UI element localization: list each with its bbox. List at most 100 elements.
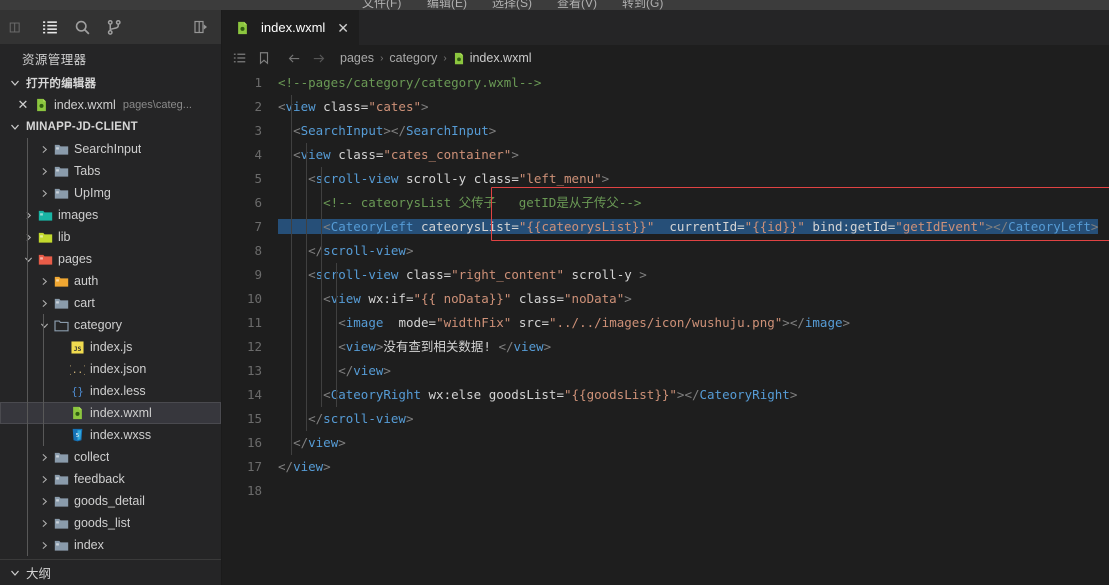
close-icon[interactable]: ✕ [14, 97, 32, 113]
tree-item-index-json[interactable]: {..} index.json [0, 358, 221, 380]
tree-item-auth[interactable]: auth [0, 270, 221, 292]
tree-item-cart[interactable]: cart [0, 292, 221, 314]
tree-item-index-less[interactable]: {} index.less [0, 380, 221, 402]
folder-icon [52, 165, 70, 178]
breadcrumb-separator: › [380, 52, 384, 64]
chevron-right-icon[interactable] [36, 189, 52, 198]
chevron-right-icon[interactable] [36, 453, 52, 462]
section-open-editors[interactable]: 打开的编辑器 [0, 72, 221, 94]
tree-item-upimg[interactable]: UpImg [0, 182, 221, 204]
folder-icon [52, 143, 70, 156]
tree-item-lib[interactable]: lib [0, 226, 221, 248]
tree-item-index-wxss[interactable]: 5 index.wxss [0, 424, 221, 446]
code-editor[interactable]: 1 2 3 4 5 6 7 8 9 10 11 12 13 14 15 16 17 18 <!--pages/cat… [222, 71, 1109, 585]
tree-item-label: collect [74, 450, 110, 464]
collapse-sidebar-icon[interactable] [185, 12, 217, 42]
chevron-right-icon[interactable] [36, 475, 52, 484]
explorer-tree: 打开的编辑器 ✕ index.wxml pages\categ... MINAP… [0, 72, 221, 559]
source-control-icon[interactable] [98, 12, 130, 42]
folder-icon [52, 297, 70, 310]
tree-item-category[interactable]: category [0, 314, 221, 336]
breadcrumb-category[interactable]: category [389, 51, 437, 65]
explorer-icon[interactable] [34, 12, 66, 42]
tree-item-index-js[interactable]: JS index.js [0, 336, 221, 358]
section-outline[interactable]: 大纲 [0, 559, 221, 585]
tree-item-label: index.wxml [90, 406, 152, 420]
arrow-left-icon[interactable] [282, 47, 306, 69]
code-line[interactable]: <CateoryLeft cateorysList="{{cateorysLis… [278, 215, 1099, 239]
tree-item-label: goods_list [74, 516, 131, 530]
chevron-right-icon[interactable] [36, 541, 52, 550]
code-line[interactable]: </view> [278, 359, 391, 383]
tree-item-label: SearchInput [74, 142, 142, 156]
code-line[interactable]: <view wx:if="{{ noData}}" class="noData"… [278, 287, 632, 311]
tree-item-searchinput[interactable]: SearchInput [0, 138, 221, 160]
code-line[interactable]: <image mode="widthFix" src="../../images… [278, 311, 850, 335]
tree-item-index[interactable]: index [0, 534, 221, 556]
tab-index-wxml[interactable]: index.wxml ✕ [222, 10, 361, 45]
code-line[interactable]: </view> [278, 431, 346, 455]
bookmark-icon[interactable] [252, 47, 276, 69]
chevron-right-icon[interactable] [20, 211, 36, 220]
line-number: 5 [254, 171, 262, 186]
open-editor-item[interactable]: ✕ index.wxml pages\categ... [0, 94, 221, 116]
menu-item-0[interactable]: 文件(F) [362, 0, 401, 10]
arrow-right-icon[interactable] [306, 47, 330, 69]
tab-close-icon[interactable]: ✕ [337, 21, 349, 35]
chevron-right-icon[interactable] [36, 519, 52, 528]
tree-item-label: cart [74, 296, 95, 310]
project-label: MINAPP-JD-CLIENT [26, 121, 138, 133]
line-number: 13 [246, 363, 262, 378]
indent-guide [321, 167, 323, 407]
section-project[interactable]: MINAPP-JD-CLIENT [0, 116, 221, 138]
breadcrumb-pages[interactable]: pages [340, 51, 374, 65]
code-line[interactable]: </view> [278, 455, 331, 479]
chevron-down-icon[interactable] [36, 321, 52, 330]
chevron-down-icon[interactable] [20, 255, 36, 264]
line-number: 8 [254, 243, 262, 258]
tree-item-images[interactable]: images [0, 204, 221, 226]
code-line[interactable]: <!--pages/category/category.wxml--> [278, 71, 541, 95]
tree-item-tabs[interactable]: Tabs [0, 160, 221, 182]
code-line[interactable]: </scroll-view> [278, 239, 413, 263]
tree-item-pages[interactable]: pages [0, 248, 221, 270]
code-line[interactable]: <view>没有查到相关数据! </view> [278, 335, 551, 359]
chevron-right-icon[interactable] [36, 145, 52, 154]
tree-item-collect[interactable]: collect [0, 446, 221, 468]
folder-icon [52, 539, 70, 552]
outline-label: 大纲 [26, 567, 52, 581]
menu-item-1[interactable]: 编辑(E) [427, 0, 467, 10]
line-number: 3 [254, 123, 262, 138]
chevron-right-icon[interactable] [20, 233, 36, 242]
breadcrumb-file[interactable]: index.wxml [453, 51, 532, 65]
tree-item-feedback[interactable]: feedback [0, 468, 221, 490]
wxml-file-icon [453, 52, 465, 65]
code-line[interactable]: <SearchInput></SearchInput> [278, 119, 496, 143]
menu-item-4[interactable]: 转到(G) [622, 0, 663, 10]
menu-item-2[interactable]: 选择(S) [492, 0, 532, 10]
chevron-right-icon[interactable] [36, 277, 52, 286]
search-icon[interactable] [66, 12, 98, 42]
tree-item-index-wxml[interactable]: index.wxml [0, 402, 221, 424]
code-line[interactable]: <CateoryRight wx:else goodsList="{{goods… [278, 383, 797, 407]
code-line[interactable]: <view class="cates"> [278, 95, 429, 119]
code-line[interactable]: <!-- cateorysList 父传子 getID是从子传父--> [278, 191, 641, 215]
code-line[interactable]: <scroll-view class="right_content" scrol… [278, 263, 647, 287]
code-line[interactable]: <view class="cates_container"> [278, 143, 519, 167]
line-number: 2 [254, 99, 262, 114]
line-number: 10 [246, 291, 262, 306]
code-line[interactable]: </scroll-view> [278, 407, 413, 431]
code-content[interactable]: 1 2 3 4 5 6 7 8 9 10 11 12 13 14 15 16 17 18 <!--pages/cat… [222, 71, 1109, 523]
menu-item-3[interactable]: 查看(V) [557, 0, 597, 10]
folder-icon [52, 275, 70, 288]
tree-item-label: index.json [90, 362, 147, 376]
tree-item-goods_list[interactable]: goods_list [0, 512, 221, 534]
chevron-right-icon[interactable] [36, 497, 52, 506]
code-line[interactable]: <scroll-view scroll-y class="left_menu"> [278, 167, 609, 191]
json-file-icon: {..} [68, 363, 86, 376]
indent-guide [291, 95, 293, 455]
chevron-right-icon[interactable] [36, 299, 52, 308]
outline-icon[interactable] [228, 47, 252, 69]
tree-item-goods_detail[interactable]: goods_detail [0, 490, 221, 512]
chevron-right-icon[interactable] [36, 167, 52, 176]
